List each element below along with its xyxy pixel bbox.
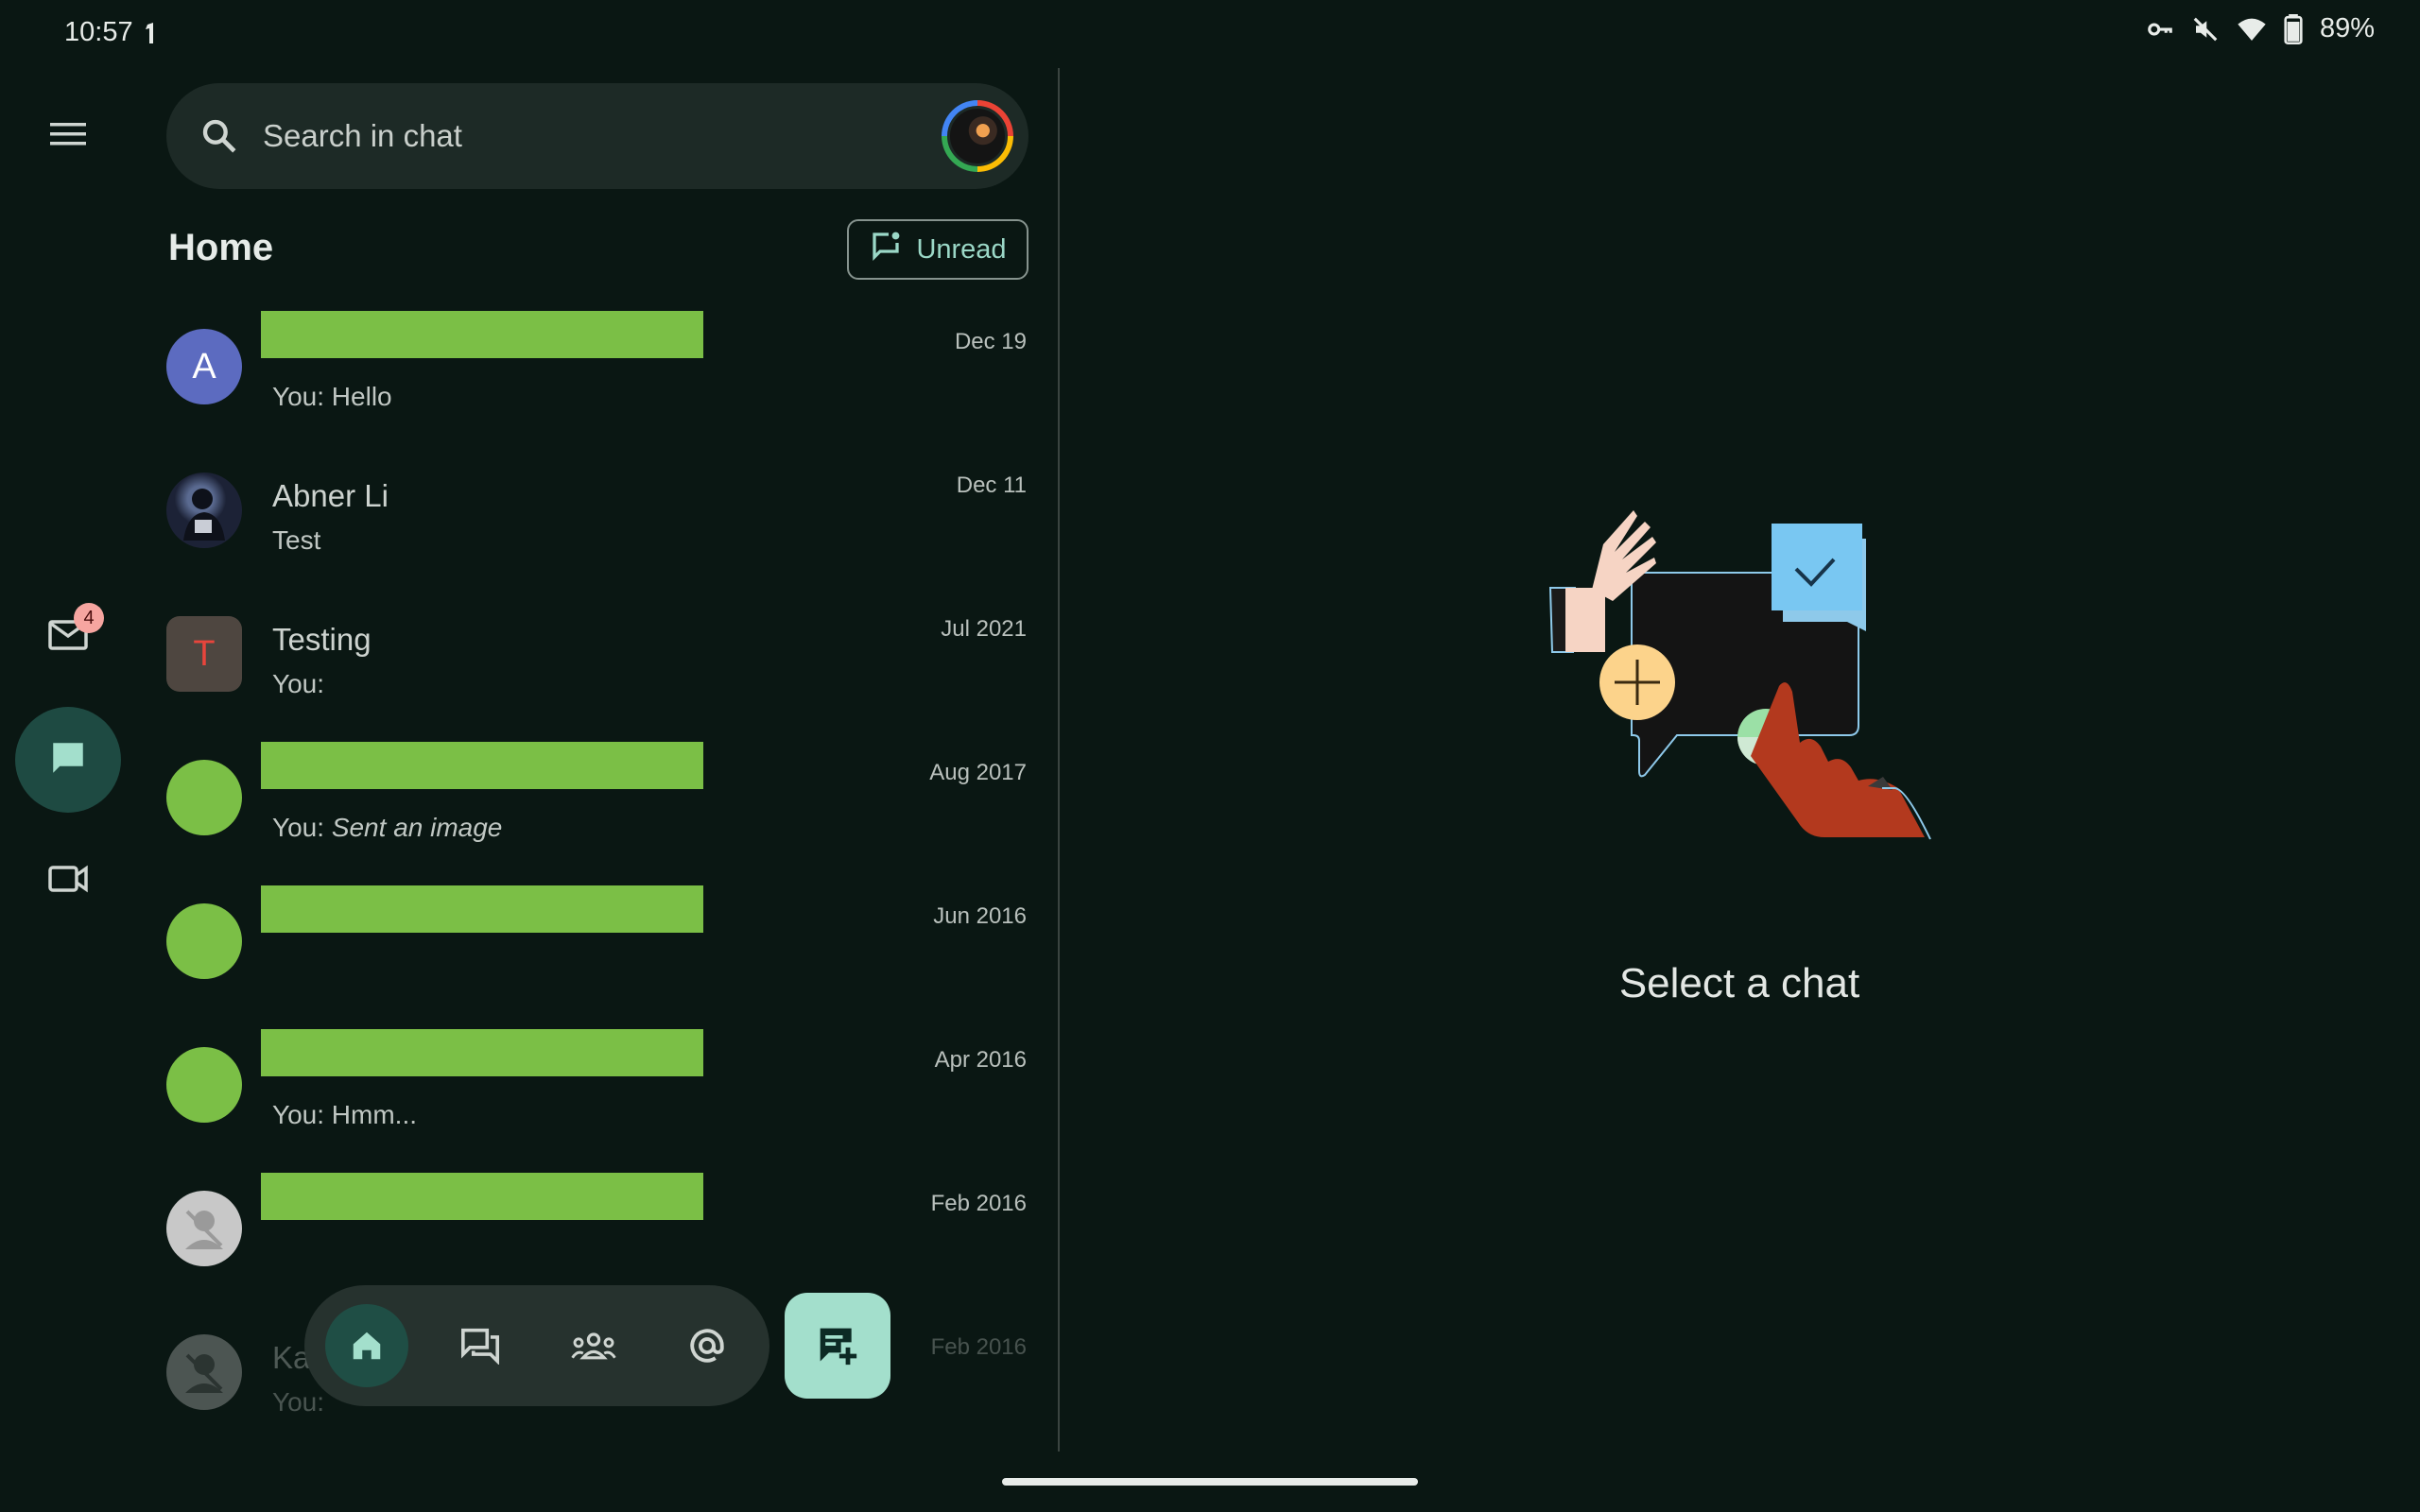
chat-date: Dec 11 <box>956 472 1027 498</box>
no-photo-icon <box>185 1210 223 1249</box>
empty-state-illustration <box>1547 507 1932 882</box>
chat-preview: Test <box>272 525 321 555</box>
wifi-icon <box>2237 15 2267 43</box>
chat-row[interactable]: You: Hmm... Apr 2016 <box>166 1024 1028 1168</box>
chat-preview: You: Hmm... <box>272 1100 418 1129</box>
preview-prefix: You: <box>272 813 332 842</box>
rail-meet-button[interactable] <box>40 852 96 909</box>
chat-avatar: T <box>166 616 242 692</box>
search-bar[interactable] <box>166 83 1028 189</box>
avatar-letter: T <box>193 633 216 674</box>
chat-row[interactable]: A You: Hello Dec 19 <box>166 306 1028 450</box>
chat-avatar <box>166 760 242 835</box>
rail-chat-button[interactable] <box>15 707 121 813</box>
redacted-name <box>261 742 703 789</box>
battery-level: 89% <box>2319 13 2375 43</box>
chat-date: Jul 2021 <box>941 616 1027 642</box>
unread-label: Unread <box>916 233 1007 265</box>
chat-date: Feb 2016 <box>930 1334 1027 1360</box>
mentions-icon <box>690 1329 724 1363</box>
chat-row[interactable]: T Testing You: Jul 2021 <box>166 593 1028 737</box>
menu-button[interactable] <box>45 113 91 159</box>
new-chat-icon <box>820 1328 857 1366</box>
status-time: 10:57 <box>64 17 133 47</box>
empty-state-text: Select a chat <box>1618 960 1860 1006</box>
conversations-icon <box>461 1328 499 1365</box>
chat-avatar <box>166 1047 242 1123</box>
mail-badge: 4 <box>74 603 104 633</box>
chat-date: Aug 2017 <box>929 760 1027 785</box>
search-icon <box>199 115 240 157</box>
chat-avatar <box>166 1191 242 1266</box>
redacted-name <box>261 885 703 933</box>
mute-icon <box>2191 15 2220 43</box>
chat-icon <box>48 738 88 782</box>
chat-date: Feb 2016 <box>930 1191 1027 1216</box>
redacted-name <box>261 311 703 358</box>
key-icon <box>2146 15 2174 43</box>
nav-mentions-button[interactable] <box>666 1304 749 1387</box>
chat-avatar <box>166 1334 242 1410</box>
nav-spaces-button[interactable] <box>552 1304 635 1387</box>
page-title: Home <box>168 227 274 268</box>
nav-chats-button[interactable] <box>439 1304 522 1387</box>
chat-date: Jun 2016 <box>933 903 1027 929</box>
chat-avatar: A <box>166 329 242 404</box>
no-photo-icon <box>185 1353 223 1393</box>
preview-italic: Sent an image <box>331 813 503 842</box>
home-indicator[interactable] <box>1002 1478 1418 1486</box>
pane-divider <box>1058 68 1060 1452</box>
account-avatar-image <box>947 106 1008 166</box>
chat-avatar <box>166 472 242 548</box>
new-chat-button[interactable] <box>785 1293 890 1399</box>
chat-name: Abner Li <box>272 478 389 513</box>
search-input[interactable] <box>261 117 908 155</box>
account-avatar[interactable] <box>942 100 1013 172</box>
status-icons: 89% <box>2146 13 2375 44</box>
spaces-icon <box>571 1332 616 1360</box>
chat-date: Dec 19 <box>954 329 1027 354</box>
chat-preview: You: <box>272 1387 325 1417</box>
menu-icon <box>50 121 86 152</box>
person-photo-icon <box>183 489 225 541</box>
unread-chat-icon <box>869 229 903 270</box>
unread-filter-button[interactable]: Unread <box>847 219 1028 280</box>
signal-icon <box>144 21 157 50</box>
rail-mail-button[interactable]: 4 <box>40 603 104 665</box>
redacted-name <box>261 1029 703 1076</box>
video-icon <box>47 862 89 901</box>
chat-list: A You: Hello Dec 19 Abner Li Test Dec 11… <box>166 306 1028 1455</box>
chat-row[interactable]: You: Sent an image Aug 2017 <box>166 737 1028 881</box>
chat-preview: You: Sent an image <box>272 813 502 843</box>
chat-avatar <box>166 903 242 979</box>
home-icon <box>353 1332 381 1360</box>
chat-preview: You: Hello <box>272 382 392 411</box>
chat-preview: You: <box>272 669 325 698</box>
chat-row[interactable]: Abner Li Test Dec 11 <box>166 450 1028 593</box>
chat-name: Testing <box>272 622 372 657</box>
nav-home-button[interactable] <box>325 1304 408 1387</box>
bottom-nav <box>304 1285 769 1406</box>
redacted-name <box>261 1173 703 1220</box>
avatar-letter: A <box>192 346 216 387</box>
battery-icon <box>2284 13 2303 44</box>
chat-row[interactable]: Jun 2016 <box>166 881 1028 1024</box>
chat-date: Apr 2016 <box>934 1047 1027 1073</box>
